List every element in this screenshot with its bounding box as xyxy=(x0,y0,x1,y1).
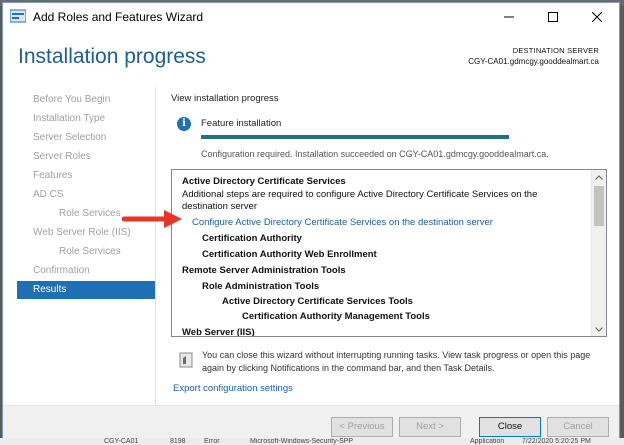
nav-item-features[interactable]: Features xyxy=(17,167,155,185)
feature-installation-label: Feature installation xyxy=(201,118,282,129)
nav-item-server-roles[interactable]: Server Roles xyxy=(17,148,155,166)
desktop-event-strip: CGY-CA01 8198 Error Microsoft-Windows-Se… xyxy=(0,438,624,445)
installation-status: Configuration required. Installation suc… xyxy=(201,149,549,159)
destination-server-label: DESTINATION SERVER xyxy=(512,46,599,55)
close-window-button[interactable] xyxy=(575,3,619,31)
result-certification-authority: Certification Authority xyxy=(202,233,302,244)
maximize-button[interactable] xyxy=(531,3,575,31)
nav-item-ad-cs[interactable]: AD CS xyxy=(17,186,155,204)
wizard-footer: < Previous Next > Close Cancel xyxy=(3,406,619,439)
red-arrow-annotation xyxy=(122,210,182,228)
nav-item-installation-type[interactable]: Installation Type xyxy=(17,110,155,128)
event-source: Microsoft-Windows-Security-SPP xyxy=(250,438,354,445)
event-time: 7/22/2020 5:20:25 PM xyxy=(522,438,591,445)
chevron-up-icon xyxy=(595,174,603,180)
next-button[interactable]: Next > xyxy=(399,417,461,437)
nav-item-server-selection[interactable]: Server Selection xyxy=(17,129,155,147)
view-progress-label: View installation progress xyxy=(171,93,279,104)
nav-item-confirmation[interactable]: Confirmation xyxy=(17,262,155,280)
close-button[interactable]: Close xyxy=(479,417,541,437)
export-configuration-link[interactable]: Export configuration settings xyxy=(173,383,293,394)
scroll-down-button[interactable] xyxy=(592,322,606,336)
close-icon xyxy=(592,12,602,22)
nav-item-before-you-begin[interactable]: Before You Begin xyxy=(17,91,155,109)
previous-button[interactable]: < Previous xyxy=(331,417,393,437)
nav-item-iis-role-services[interactable]: Role Services xyxy=(17,243,155,261)
nav-divider xyxy=(155,87,156,405)
results-listbox[interactable]: Active Directory Certificate Services Ad… xyxy=(171,169,607,337)
event-id: 8198 xyxy=(170,438,186,445)
progress-fill xyxy=(201,135,509,139)
cancel-button[interactable]: Cancel xyxy=(547,417,609,437)
event-server: CGY-CA01 xyxy=(104,438,139,445)
configure-adcs-link[interactable]: Configure Active Directory Certificate S… xyxy=(192,217,493,228)
wizard-window: Add Roles and Features Wizard Installati… xyxy=(2,2,620,439)
page-title: Installation progress xyxy=(18,45,206,68)
result-ca-management-tools: Certification Authority Management Tools xyxy=(242,311,430,322)
installation-progress-bar xyxy=(201,135,509,139)
result-rsat-heading: Remote Server Administration Tools xyxy=(182,265,346,276)
event-level: Error xyxy=(204,438,220,445)
result-adcs-heading: Active Directory Certificate Services xyxy=(182,176,346,187)
result-role-admin-tools: Role Administration Tools xyxy=(202,281,320,292)
wizard-header: Installation progress DESTINATION SERVER… xyxy=(3,31,619,87)
result-adcs-tools: Active Directory Certificate Services To… xyxy=(222,296,413,307)
server-manager-icon xyxy=(10,9,26,23)
info-icon: i xyxy=(177,117,191,131)
result-adcs-note-line2: destination server xyxy=(182,201,257,212)
scrollbar-thumb[interactable] xyxy=(594,186,604,226)
close-wizard-note: You can close this wizard without interr… xyxy=(202,350,591,373)
chevron-down-icon xyxy=(595,326,603,332)
window-title: Add Roles and Features Wizard xyxy=(33,10,204,24)
minimize-icon xyxy=(504,16,514,18)
maximize-icon xyxy=(548,12,558,22)
result-adcs-note-line1: Additional steps are required to configu… xyxy=(182,189,538,200)
scroll-up-button[interactable] xyxy=(592,170,606,184)
result-web-server-heading: Web Server (IIS) xyxy=(182,327,255,337)
minimize-button[interactable] xyxy=(487,3,531,31)
title-bar: Add Roles and Features Wizard xyxy=(3,3,619,31)
notification-flag-icon xyxy=(179,352,193,368)
results-scrollbar[interactable] xyxy=(591,170,606,336)
destination-server-name: CGY-CA01.gdmcgy.gooddealmart.ca xyxy=(468,57,599,66)
event-log: Application xyxy=(470,438,505,445)
result-ca-web-enrollment: Certification Authority Web Enrollment xyxy=(202,249,377,260)
nav-item-results[interactable]: Results xyxy=(17,281,155,299)
